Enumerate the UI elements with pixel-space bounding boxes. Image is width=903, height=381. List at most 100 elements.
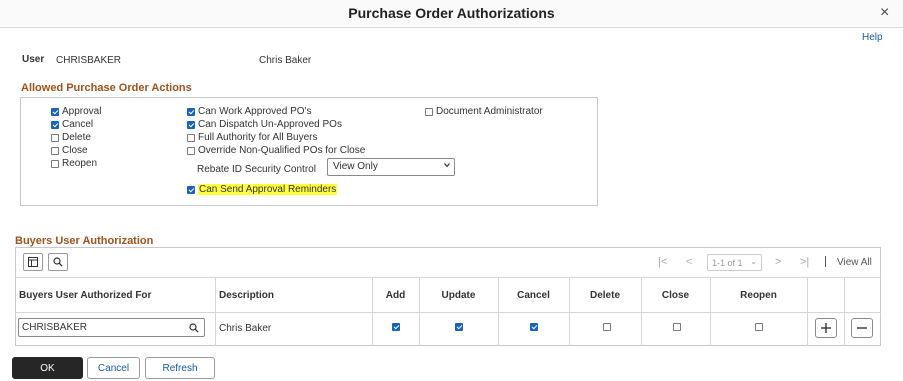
rebate-select[interactable]: View Only xyxy=(327,158,455,176)
rebate-select-value: View Only xyxy=(333,161,378,172)
next-page-icon[interactable]: > xyxy=(775,256,781,268)
table-top-border xyxy=(15,277,881,278)
checkbox-box xyxy=(530,323,538,331)
buyer-input[interactable]: CHRISBAKER xyxy=(18,318,205,337)
row-cancel-checkbox[interactable] xyxy=(530,323,541,331)
col-header-cancel: Cancel xyxy=(517,290,550,301)
buyers-title: Buyers User Authorization xyxy=(15,235,154,247)
col-header-add: Add xyxy=(385,290,406,301)
delete-row-button[interactable] xyxy=(851,318,873,338)
full-authority-checkbox[interactable]: Full Authority for All Buyers xyxy=(187,132,318,143)
page-range-select[interactable]: 1-1 of 1 ⌄ xyxy=(707,254,762,271)
document-admin-label: Document Administrator xyxy=(436,106,543,117)
user-label: User xyxy=(22,54,45,65)
checkbox-box xyxy=(51,107,59,116)
row-add-checkbox[interactable] xyxy=(392,323,403,331)
first-page-icon[interactable]: |< xyxy=(658,256,667,268)
can-dispatch-label: Can Dispatch Un-Approved POs xyxy=(198,119,342,130)
search-icon[interactable] xyxy=(189,323,199,333)
user-id: CHRISBAKER xyxy=(56,55,122,66)
checkbox-box xyxy=(603,323,611,331)
checkbox-box xyxy=(673,323,681,331)
personalize-grid-button[interactable] xyxy=(23,253,43,271)
checkbox-box xyxy=(425,107,433,116)
cancel-checkbox[interactable]: Cancel xyxy=(51,119,93,130)
checkbox-box xyxy=(755,323,763,331)
col-header-close: Close xyxy=(661,290,690,301)
cancel-button[interactable]: Cancel xyxy=(87,357,140,379)
pagination-divider xyxy=(825,256,826,267)
can-work-approved-checkbox[interactable]: Can Work Approved PO's xyxy=(187,106,311,117)
override-close-label: Override Non-Qualified POs for Close xyxy=(198,145,366,156)
override-close-checkbox[interactable]: Override Non-Qualified POs for Close xyxy=(187,145,365,156)
help-link[interactable]: Help xyxy=(862,32,883,43)
can-work-approved-label: Can Work Approved PO's xyxy=(198,106,312,117)
checkbox-box xyxy=(392,323,400,331)
send-reminders-label: Can Send Approval Reminders xyxy=(198,184,338,195)
col-divider xyxy=(372,277,373,346)
row-update-checkbox[interactable] xyxy=(455,323,466,331)
col-header-reopen: Reopen xyxy=(740,290,777,301)
col-divider xyxy=(710,277,711,346)
view-all-link[interactable]: View All xyxy=(837,257,872,268)
row-close-checkbox[interactable] xyxy=(673,323,684,331)
user-name: Chris Baker xyxy=(259,55,312,66)
reopen-label: Reopen xyxy=(62,158,98,169)
minus-icon xyxy=(857,327,867,329)
buyer-value: CHRISBAKER xyxy=(22,322,88,333)
delete-checkbox[interactable]: Delete xyxy=(51,132,91,143)
approval-checkbox[interactable]: Approval xyxy=(51,106,101,117)
reopen-checkbox[interactable]: Reopen xyxy=(51,158,97,169)
delete-label: Delete xyxy=(62,132,91,143)
add-row-button[interactable] xyxy=(815,318,837,338)
rebate-label: Rebate ID Security Control xyxy=(197,164,316,175)
ok-button[interactable]: OK xyxy=(12,357,83,379)
find-button[interactable] xyxy=(48,253,68,271)
plus-icon xyxy=(821,323,831,333)
refresh-button[interactable]: Refresh xyxy=(145,357,215,379)
col-divider xyxy=(215,277,216,346)
checkbox-box xyxy=(51,120,59,129)
checkbox-box xyxy=(51,159,59,168)
allowed-actions-title: Allowed Purchase Order Actions xyxy=(21,82,192,94)
checkbox-box xyxy=(51,146,59,155)
previous-page-icon[interactable]: < xyxy=(686,256,692,268)
col-divider xyxy=(807,277,808,346)
checkbox-box xyxy=(455,323,463,331)
header-divider xyxy=(15,312,881,313)
checkbox-box xyxy=(187,146,195,155)
send-reminders-checkbox[interactable]: Can Send Approval Reminders xyxy=(187,184,338,195)
row-delete-checkbox[interactable] xyxy=(603,323,614,331)
col-divider xyxy=(419,277,420,346)
chevron-down-icon: ⌄ xyxy=(750,257,757,266)
last-page-icon[interactable]: >| xyxy=(800,256,809,268)
document-admin-checkbox[interactable]: Document Administrator xyxy=(425,106,543,117)
col-header-delete: Delete xyxy=(589,290,620,301)
close-icon[interactable]: × xyxy=(880,4,889,22)
checkbox-box xyxy=(187,107,195,116)
checkbox-box xyxy=(51,133,59,142)
col-divider xyxy=(641,277,642,346)
checkbox-box xyxy=(187,120,195,129)
grid-settings-icon xyxy=(28,257,38,267)
full-authority-label: Full Authority for All Buyers xyxy=(198,132,318,143)
can-dispatch-checkbox[interactable]: Can Dispatch Un-Approved POs xyxy=(187,119,342,130)
page-range: 1-1 of 1 xyxy=(712,258,743,268)
approval-label: Approval xyxy=(62,106,102,117)
close-checkbox[interactable]: Close xyxy=(51,145,88,156)
cancel-label: Cancel xyxy=(62,119,94,130)
col-divider xyxy=(844,277,845,346)
col-divider xyxy=(569,277,570,346)
search-icon xyxy=(53,257,63,267)
dialog-title: Purchase Order Authorizations xyxy=(348,5,555,21)
col-header-buyer: Buyers User Authorized For xyxy=(19,290,152,301)
col-header-description: Description xyxy=(219,290,275,301)
row-reopen-checkbox[interactable] xyxy=(755,323,766,331)
chevron-down-icon xyxy=(444,163,450,168)
checkbox-box xyxy=(187,133,195,142)
row-description: Chris Baker xyxy=(219,323,272,334)
checkbox-box xyxy=(187,185,195,194)
col-divider xyxy=(498,277,499,346)
col-header-update: Update xyxy=(441,290,476,301)
close-label: Close xyxy=(62,145,88,156)
